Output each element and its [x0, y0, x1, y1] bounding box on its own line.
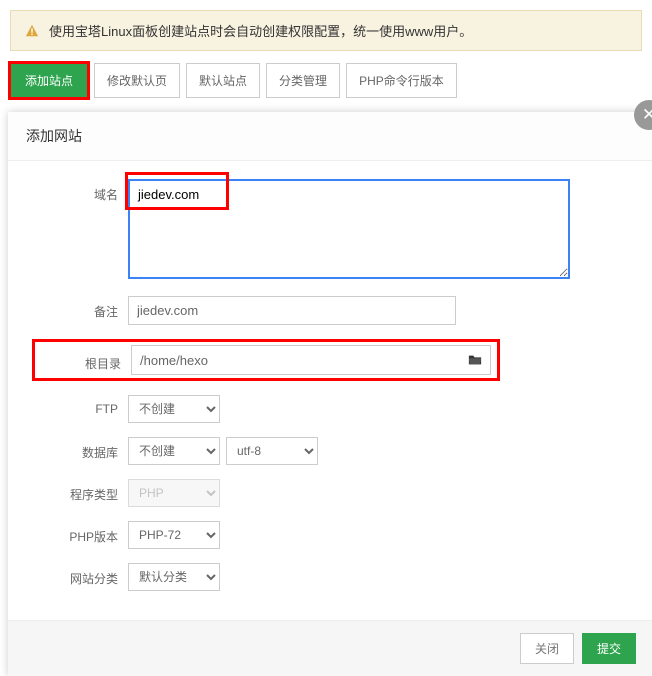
warning-icon	[25, 24, 39, 38]
label-site-category: 网站分类	[38, 563, 118, 587]
browse-folder-button[interactable]	[460, 346, 490, 374]
label-ftp: FTP	[38, 395, 118, 416]
folder-icon	[468, 353, 482, 367]
tab-row: 添加站点 修改默认页 默认站点 分类管理 PHP命令行版本	[0, 63, 652, 108]
ftp-select[interactable]: 不创建	[128, 395, 220, 423]
root-dir-input[interactable]	[132, 347, 460, 374]
cancel-button[interactable]: 关闭	[520, 633, 574, 664]
notice-text: 使用宝塔Linux面板创建站点时会自动创建权限配置，统一使用www用户。	[49, 21, 472, 40]
tab-category-manage[interactable]: 分类管理	[266, 63, 340, 98]
label-program-type: 程序类型	[38, 479, 118, 503]
row-domain: 域名	[38, 179, 622, 282]
site-category-select[interactable]: 默认分类	[128, 563, 220, 591]
row-program-type: 程序类型 PHP	[38, 479, 622, 507]
label-php-version: PHP版本	[38, 521, 118, 545]
submit-button[interactable]: 提交	[582, 633, 636, 664]
row-ftp: FTP 不创建	[38, 395, 622, 423]
label-root-dir: 根目录	[41, 348, 121, 372]
label-database: 数据库	[38, 437, 118, 461]
remark-input[interactable]	[128, 296, 456, 325]
program-type-select: PHP	[128, 479, 220, 507]
row-remark: 备注	[38, 296, 622, 325]
add-site-dialog: ✕ 添加网站 域名 备注 根目录	[8, 112, 652, 676]
dialog-title: 添加网站	[8, 112, 652, 161]
tab-modify-default[interactable]: 修改默认页	[94, 63, 180, 98]
row-root-dir: 根目录	[38, 339, 622, 381]
row-database: 数据库 不创建 utf-8	[38, 437, 622, 465]
tab-php-cli-version[interactable]: PHP命令行版本	[346, 63, 457, 98]
php-version-select[interactable]: PHP-72	[128, 521, 220, 549]
close-icon: ✕	[642, 105, 652, 125]
tab-default-site[interactable]: 默认站点	[186, 63, 260, 98]
notice-bar: 使用宝塔Linux面板创建站点时会自动创建权限配置，统一使用www用户。	[10, 10, 642, 51]
domain-textarea[interactable]	[128, 179, 570, 279]
row-php-version: PHP版本 PHP-72	[38, 521, 622, 549]
label-remark: 备注	[38, 296, 118, 320]
charset-select[interactable]: utf-8	[226, 437, 318, 465]
row-site-category: 网站分类 默认分类	[38, 563, 622, 591]
dialog-footer: 关闭 提交	[8, 620, 652, 676]
label-domain: 域名	[38, 179, 118, 203]
tab-add-site[interactable]: 添加站点	[10, 63, 88, 98]
dialog-body: 域名 备注 根目录	[8, 161, 652, 615]
database-select[interactable]: 不创建	[128, 437, 220, 465]
